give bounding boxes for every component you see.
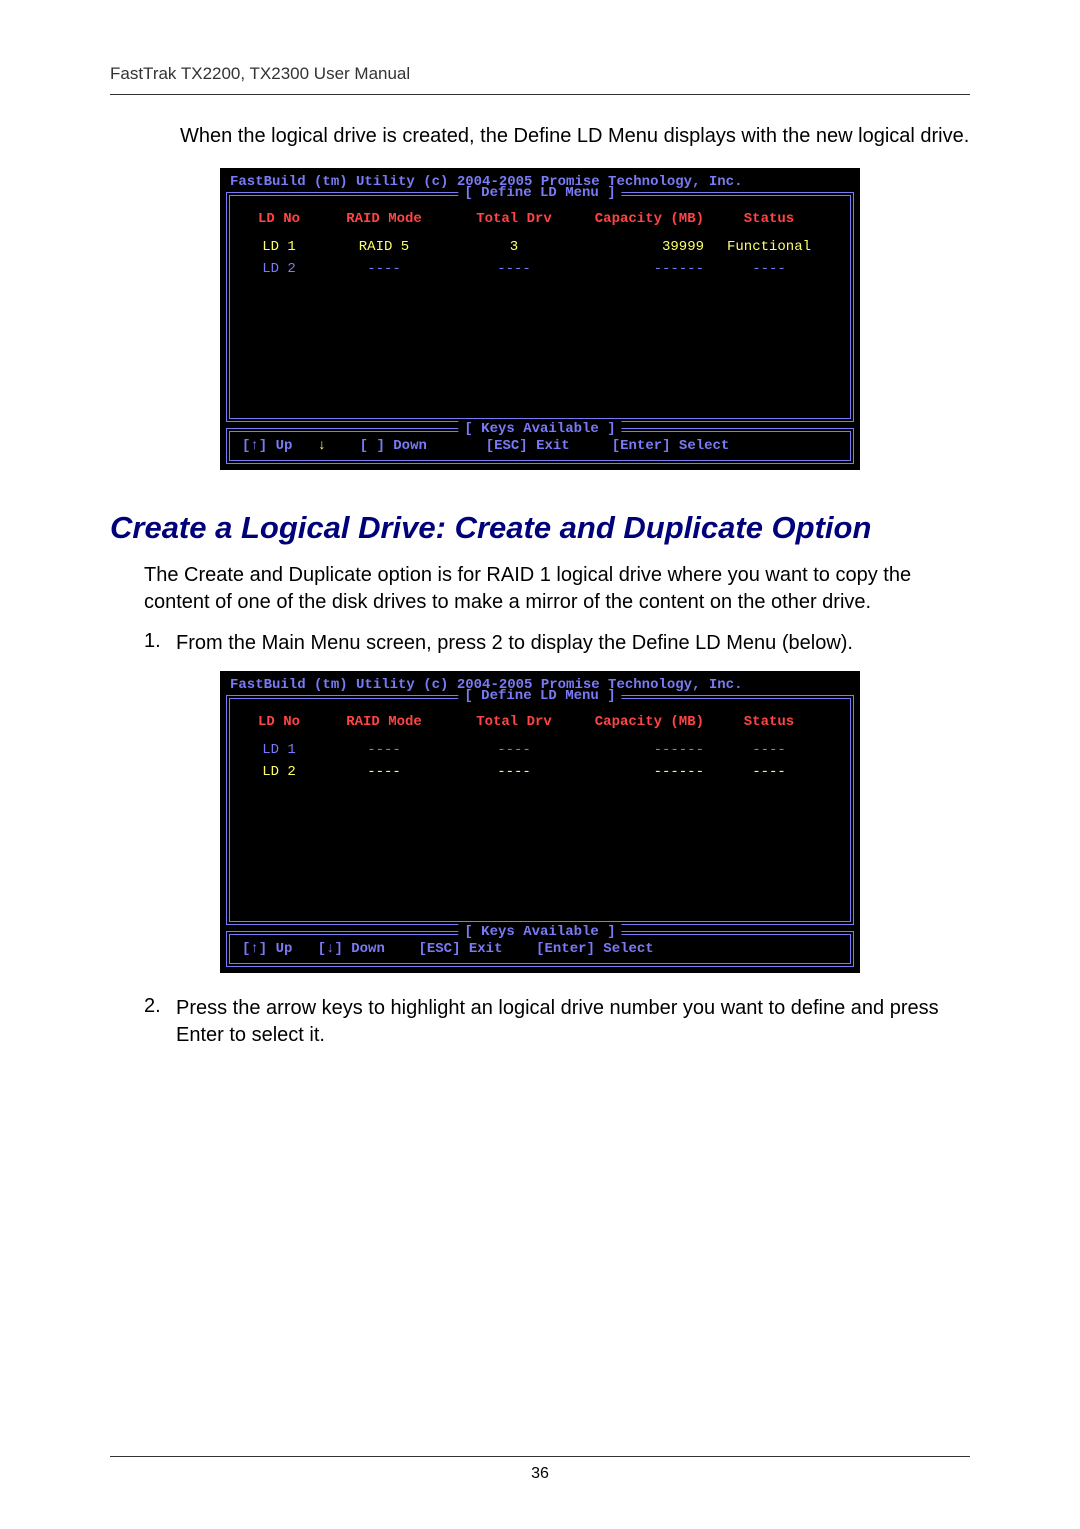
key-down: [↓] Down	[318, 941, 385, 957]
bios-define-ld-frame: [ Define LD Menu ] LD No RAID Mode Total…	[226, 695, 854, 925]
drv-cell: ----	[454, 261, 574, 277]
intro-paragraph: When the logical drive is created, the D…	[180, 123, 970, 150]
cap-cell: 39999	[574, 239, 714, 255]
drv-cell: ----	[454, 764, 574, 780]
bios-frame-title: [ Define LD Menu ]	[458, 185, 621, 201]
key-down: [ ] Down	[360, 438, 427, 454]
col-status: Status	[714, 714, 824, 730]
ld-no-cell: LD 2	[244, 261, 314, 277]
key-esc: [ESC] Exit	[486, 438, 570, 454]
col-ld-no: LD No	[244, 211, 314, 227]
raid-cell: RAID 5	[314, 239, 454, 255]
stat-cell: ----	[714, 261, 824, 277]
cap-cell: ------	[574, 764, 714, 780]
page-number: 36	[110, 1456, 970, 1483]
bios-column-headers: LD No RAID Mode Total Drv Capacity (MB) …	[244, 711, 836, 733]
cap-cell: ------	[574, 261, 714, 277]
col-total-drv: Total Drv	[454, 714, 574, 730]
ld-no-cell: LD 1	[244, 239, 314, 255]
document-page: FastTrak TX2200, TX2300 User Manual When…	[0, 0, 1080, 1529]
key-enter: [Enter] Select	[612, 438, 730, 454]
step-text: Press the arrow keys to highlight an log…	[176, 995, 970, 1049]
step-number: 1.	[144, 630, 176, 657]
col-status: Status	[714, 211, 824, 227]
raid-cell: ----	[314, 764, 454, 780]
running-header: FastTrak TX2200, TX2300 User Manual	[110, 64, 970, 95]
key-up: [↑] Up	[242, 941, 292, 957]
drv-cell: ----	[454, 742, 574, 758]
bios-keys-line: [↑] Up ↓ [ ] Down [ESC] Exit [Enter] Sel…	[242, 438, 838, 454]
stat-cell: ----	[714, 742, 824, 758]
drv-cell: 3	[454, 239, 574, 255]
bios-screenshot-2: FastBuild (tm) Utility (c) 2004-2005 Pro…	[220, 671, 860, 973]
bios-row: LD 2 ---- ---- ------ ----	[244, 258, 836, 280]
col-total-drv: Total Drv	[454, 211, 574, 227]
bios-row-selected: LD 1 RAID 5 3 39999 Functional	[244, 236, 836, 258]
bios-define-ld-frame: [ Define LD Menu ] LD No RAID Mode Total…	[226, 192, 854, 422]
col-raid: RAID Mode	[314, 211, 454, 227]
bios-keys-frame: [ Keys Available ] [↑] Up [↓] Down [ESC]…	[226, 931, 854, 967]
bios-frame-title: [ Define LD Menu ]	[458, 688, 621, 704]
bios-column-headers: LD No RAID Mode Total Drv Capacity (MB) …	[244, 208, 836, 230]
bios-row-selected: LD 2 ---- ---- ------ ----	[244, 761, 836, 783]
ld-no-cell: LD 2	[244, 764, 314, 780]
bios-keys-title: [ Keys Available ]	[458, 924, 621, 940]
step-number: 2.	[144, 995, 176, 1049]
bios-keys-title: [ Keys Available ]	[458, 421, 621, 437]
stat-cell: ----	[714, 764, 824, 780]
col-raid: RAID Mode	[314, 714, 454, 730]
down-arrow-icon: ↓	[318, 438, 326, 454]
raid-cell: ----	[314, 742, 454, 758]
col-capacity: Capacity (MB)	[574, 211, 714, 227]
bios-row: LD 1 ---- ---- ------ ----	[244, 739, 836, 761]
section-body: The Create and Duplicate option is for R…	[144, 562, 970, 616]
step-1: 1. From the Main Menu screen, press 2 to…	[144, 630, 970, 657]
bios-keys-line: [↑] Up [↓] Down [ESC] Exit [Enter] Selec…	[242, 941, 838, 957]
col-ld-no: LD No	[244, 714, 314, 730]
col-capacity: Capacity (MB)	[574, 714, 714, 730]
section-heading: Create a Logical Drive: Create and Dupli…	[110, 510, 970, 546]
bios-keys-frame: [ Keys Available ] [↑] Up ↓ [ ] Down [ES…	[226, 428, 854, 464]
key-enter: [Enter] Select	[536, 941, 654, 957]
cap-cell: ------	[574, 742, 714, 758]
bios-screenshot-1: FastBuild (tm) Utility (c) 2004-2005 Pro…	[220, 168, 860, 470]
step-2: 2. Press the arrow keys to highlight an …	[144, 995, 970, 1049]
key-up: [↑] Up	[242, 438, 292, 454]
raid-cell: ----	[314, 261, 454, 277]
step-text: From the Main Menu screen, press 2 to di…	[176, 630, 853, 657]
stat-cell: Functional	[714, 239, 824, 255]
ld-no-cell: LD 1	[244, 742, 314, 758]
key-esc: [ESC] Exit	[418, 941, 502, 957]
